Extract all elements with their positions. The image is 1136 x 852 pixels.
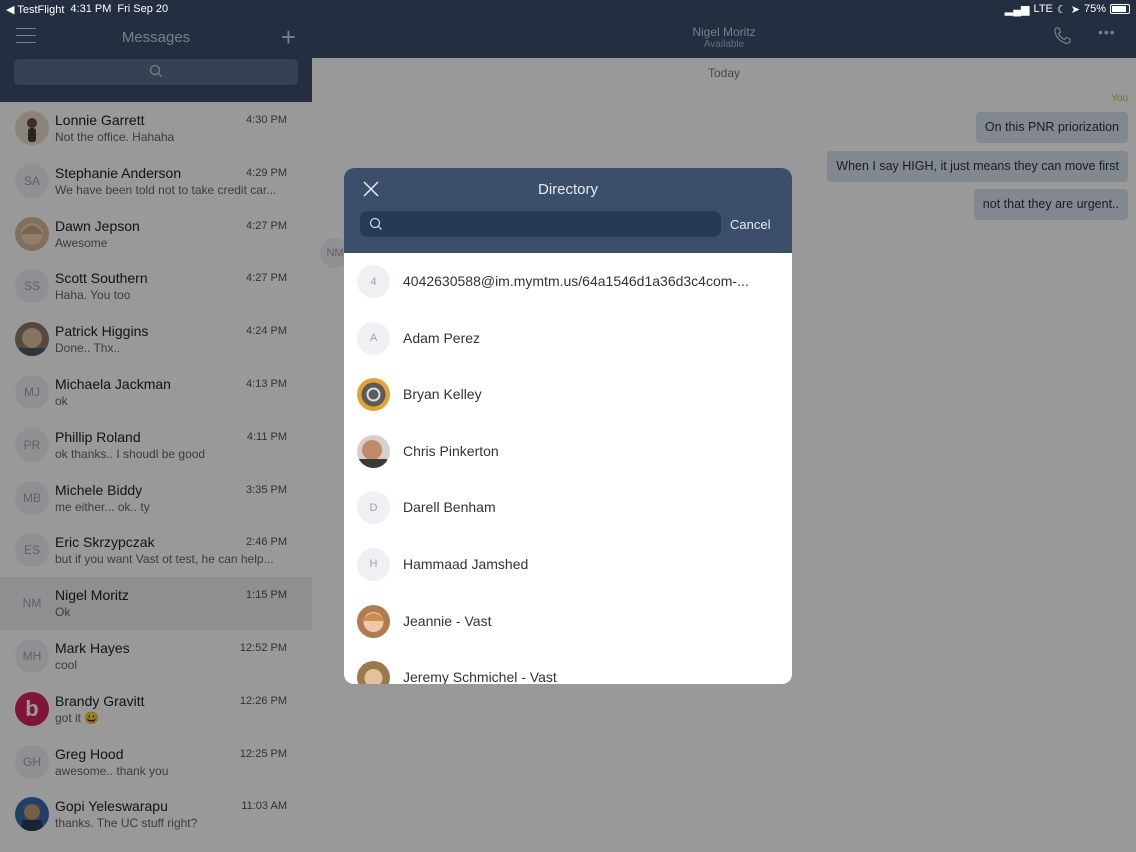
directory-contact-row[interactable]: Jeremy Schmichel - Vast <box>344 649 792 684</box>
avatar <box>357 378 390 412</box>
contact-name: Bryan Kelley <box>403 386 482 403</box>
back-to-app-link[interactable]: ◀ TestFlight <box>6 3 64 16</box>
avatar: D <box>357 491 390 525</box>
search-icon <box>369 217 383 236</box>
network-type: LTE <box>1033 3 1053 15</box>
battery-percent: 75% <box>1083 3 1106 15</box>
back-app-label: TestFlight <box>17 3 65 16</box>
directory-title: Directory <box>537 181 598 198</box>
directory-contact-row[interactable]: Chris Pinkerton <box>344 423 792 480</box>
directory-list: 4 4042630588@im.mymtm.us/64a1546d1a36d3c… <box>344 253 792 684</box>
battery-icon <box>1110 4 1130 14</box>
contact-name: Darell Benham <box>403 499 496 516</box>
directory-search-input[interactable] <box>360 211 721 237</box>
directory-modal: Directory Cancel 4 4042630588@im.mymtm.u… <box>344 168 792 684</box>
directory-contact-row[interactable]: H Hammaad Jamshed <box>344 536 792 593</box>
location-icon: ➤ <box>1070 3 1080 16</box>
avatar: A <box>357 321 390 355</box>
status-bar: ◀ TestFlight 4:31 PM Fri Sep 20 ▂▄▆ LTE … <box>0 0 1136 18</box>
contact-name: Jeremy Schmichel - Vast <box>403 669 557 684</box>
status-time: 4:31 PM <box>70 3 112 15</box>
directory-contact-row[interactable]: 4 4042630588@im.mymtm.us/64a1546d1a36d3c… <box>344 253 792 310</box>
contact-name: Chris Pinkerton <box>403 442 499 459</box>
contact-name: Adam Perez <box>403 329 481 346</box>
moon-icon: ☾ <box>1056 3 1067 16</box>
contact-name: Jeannie - Vast <box>403 612 492 629</box>
directory-contact-row[interactable]: Jeannie - Vast <box>344 593 792 650</box>
directory-contact-row[interactable]: D Darell Benham <box>344 479 792 536</box>
avatar: H <box>357 547 390 581</box>
contact-name: Hammaad Jamshed <box>403 555 529 572</box>
signal-icon: ▂▄▆ <box>1004 3 1030 16</box>
directory-header: Directory Cancel <box>344 168 792 253</box>
avatar <box>357 661 390 684</box>
contact-name: 4042630588@im.mymtm.us/64a1546d1a36d3c4c… <box>403 273 749 289</box>
cancel-button[interactable]: Cancel <box>730 217 770 232</box>
avatar <box>357 604 390 638</box>
directory-contact-row[interactable]: A Adam Perez <box>344 310 792 367</box>
status-date: Fri Sep 20 <box>117 3 169 15</box>
avatar <box>357 434 390 468</box>
directory-contact-row[interactable]: Bryan Kelley <box>344 366 792 423</box>
avatar: 4 <box>357 265 390 298</box>
